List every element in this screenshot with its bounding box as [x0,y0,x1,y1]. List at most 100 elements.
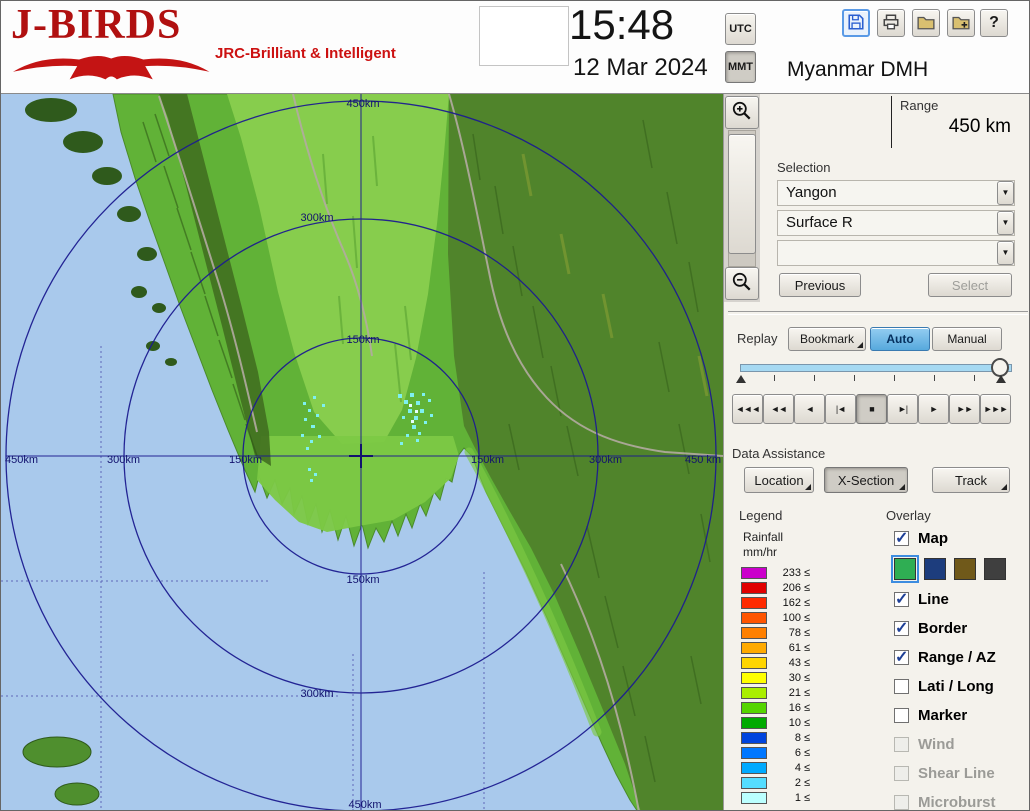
select-button[interactable]: Select [928,273,1012,297]
replay-label: Replay [737,331,777,346]
legend-title: Legend [739,508,782,523]
range-ring-label: 150km [229,454,262,466]
site-dropdown[interactable]: Yangon ▼ [777,180,1015,206]
overlay-label: Line [918,591,949,608]
range-value: 450 km [949,116,1011,138]
range-ring-label: 450km [5,454,38,466]
legend-color-swatch [741,792,767,804]
timeline-start-marker-icon [736,375,746,383]
playback-play-reverse-button[interactable]: ◄ [794,394,825,424]
map-color-swatch[interactable] [924,558,946,580]
playback-forward-to-end-button[interactable]: ►►► [980,394,1011,424]
legend-color-swatch [741,612,767,624]
legend-row: 30≤ [741,670,810,685]
legend-color-swatch [741,747,767,759]
chevron-down-icon[interactable]: ▼ [997,241,1014,265]
legend-value: 21 [773,687,801,699]
print-button[interactable] [877,9,905,37]
checkbox-unchecked[interactable] [894,679,909,694]
range-divider [891,96,892,148]
chevron-down-icon[interactable]: ▼ [997,211,1014,235]
zoom-out-icon [731,271,753,293]
playback-fast-forward-button[interactable]: ►► [949,394,980,424]
track-button[interactable]: Track [932,467,1010,493]
legend-unit-line2: mm/hr [743,545,783,560]
timezone-mmt-button[interactable]: MMT [725,51,756,83]
legend-row: 61≤ [741,640,810,655]
zoom-scrollbar-thumb[interactable] [728,134,756,254]
zoom-in-icon [731,100,753,122]
radar-map-viewport[interactable]: 450km300km150km450km300km150km150km300km… [1,94,723,811]
timezone-utc-button[interactable]: UTC [725,13,756,45]
legend-color-swatch [741,762,767,774]
legend-color-swatch [741,702,767,714]
help-button[interactable]: ? [980,9,1008,37]
auto-mode-button[interactable]: Auto [870,327,930,351]
header-bar: J-BIRDS JRC-Brilliant & Intelligent Rada… [1,1,1030,94]
timeline-tick [974,375,975,381]
legend-value: 2 [773,777,801,789]
checkbox-unchecked[interactable] [894,708,909,723]
station-name: Myanmar DMH [787,58,928,82]
range-ring-label: 150km [346,334,379,346]
playback-step-forward-button[interactable]: ►| [887,394,918,424]
legend-value: 4 [773,762,801,774]
zoom-in-button[interactable] [725,96,759,129]
overlay-item-line: Line [894,588,1030,610]
less-equal-sign: ≤ [804,627,810,639]
checkbox-checked[interactable] [894,592,909,607]
less-equal-sign: ≤ [804,642,810,654]
range-ring-label: 150km [471,454,504,466]
overlay-item-marker: Marker [894,704,1030,726]
printer-icon [882,13,900,31]
previous-button[interactable]: Previous [779,273,861,297]
save-button[interactable] [842,9,870,37]
export-button[interactable] [947,9,975,37]
playback-rewind-to-start-button[interactable]: ◄◄◄ [732,394,763,424]
location-button[interactable]: Location [744,467,814,493]
save-icon [847,13,865,31]
checkbox-checked[interactable] [894,621,909,636]
legend-row: 206≤ [741,580,810,595]
range-label: Range [900,98,938,113]
checkbox-checked[interactable] [894,531,909,546]
less-equal-sign: ≤ [804,612,810,624]
legend-color-swatch [741,582,767,594]
timeline-tick [774,375,775,381]
bookmark-button[interactable]: Bookmark [788,327,866,351]
overlay-item-microburst: Microburst [894,791,1030,811]
map-color-swatch[interactable] [954,558,976,580]
extra-dropdown[interactable]: ▼ [777,240,1015,266]
radar-map[interactable]: 450km300km150km450km300km150km150km300km… [1,94,723,811]
timeline-position-marker-icon [996,375,1006,383]
map-color-swatch[interactable] [894,558,916,580]
playback-fast-rewind-button[interactable]: ◄◄ [763,394,794,424]
manual-mode-button[interactable]: Manual [932,327,1002,351]
control-panel: Range 450 km Selection Yangon ▼ Surface … [723,94,1030,811]
legend-value: 6 [773,747,801,759]
playback-stop-button[interactable]: ■ [856,394,887,424]
legend-color-swatch [741,642,767,654]
timeline-tick [894,375,895,381]
app-logo-title: J-BIRDS [11,1,181,49]
chevron-down-icon[interactable]: ▼ [997,181,1014,205]
overlay-label: Range / AZ [918,649,996,666]
replay-timeline-track[interactable] [740,364,1012,372]
open-button[interactable] [912,9,940,37]
zoom-out-button[interactable] [725,267,759,300]
overlay-label: Lati / Long [918,678,994,695]
site-dropdown-value: Yangon [786,184,837,201]
playback-play-button[interactable]: ► [918,394,949,424]
x-section-button[interactable]: X-Section [824,467,908,493]
checkbox-checked[interactable] [894,650,909,665]
product-dropdown[interactable]: Surface R ▼ [777,210,1015,236]
logo-tagline-1: JRC-Brilliant & Intelligent [215,45,396,62]
product-dropdown-value: Surface R [786,214,853,231]
legend-unit: Rainfall mm/hr [743,530,783,560]
less-equal-sign: ≤ [804,762,810,774]
less-equal-sign: ≤ [804,732,810,744]
playback-step-back-button[interactable]: |◄ [825,394,856,424]
legend-value: 162 [773,597,801,609]
legend-color-swatch [741,657,767,669]
map-color-swatch[interactable] [984,558,1006,580]
